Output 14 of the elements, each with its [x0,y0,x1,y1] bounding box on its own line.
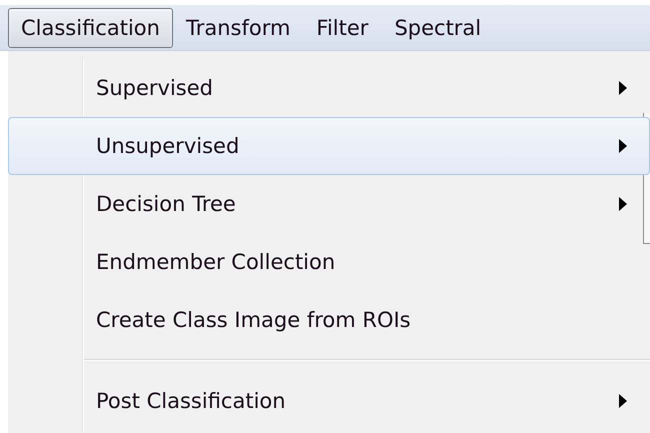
menu-item[interactable]: Unsupervised [8,117,650,175]
menu-item[interactable]: Create Class Image from ROIs [8,291,650,349]
menu-item[interactable]: Supervised [8,59,650,117]
menu-item[interactable]: Endmember Collection [8,233,650,291]
submenu-arrow-icon [619,139,627,153]
menu-bar-item[interactable]: Transform [172,8,304,48]
menu-bar-item[interactable]: Filter [303,8,382,48]
menu-bar-item[interactable]: Spectral [381,8,494,48]
menu-item[interactable]: Decision Tree [8,175,650,233]
submenu-arrow-icon [619,394,627,408]
submenu-arrow-icon [619,197,627,211]
submenu-arrow-icon [619,81,627,95]
menu-item[interactable]: Post Classification [8,372,650,430]
menu-bar-item[interactable]: Classification [8,8,173,48]
